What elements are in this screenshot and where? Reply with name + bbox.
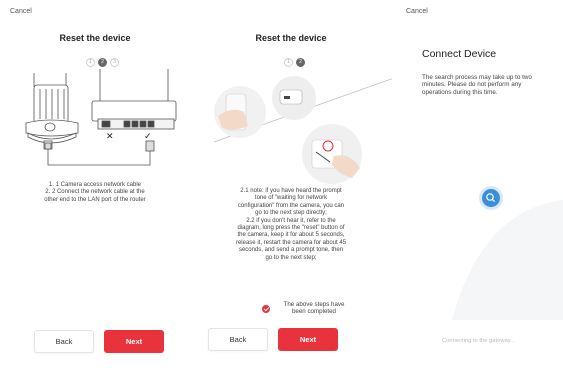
router-icon (91, 69, 177, 152)
steps-completed-checkbox[interactable] (262, 305, 270, 313)
instruction-line: 2. 2 Connect the network cable at the (45, 189, 145, 196)
svg-text:✓: ✓ (144, 132, 152, 142)
step-dot: 1 (284, 58, 293, 67)
instruction-line: configuration" from the camera, you can (237, 202, 345, 209)
cancel-button[interactable]: Cancel (10, 8, 32, 15)
description-line: minutes. Please do not perform any (422, 81, 522, 89)
reset-device-step2-panel: Reset the device 1 2 2.1 note: if you ha… (190, 0, 392, 368)
check-icon: ✕ ✓ (106, 132, 152, 142)
reset-instructions: 2.1 note: if you have heard the prompt t… (200, 188, 382, 262)
next-button[interactable]: Next (104, 330, 164, 353)
instruction-line: other end to the LAN port of the router (44, 196, 146, 203)
back-button[interactable]: Back (208, 328, 268, 351)
reset-button-diagram (214, 76, 392, 184)
connection-status: Connecting to the gateway... (442, 338, 516, 344)
next-button[interactable]: Next (278, 328, 338, 351)
camera-router-diagram: ✕ ✓ (25, 69, 177, 166)
connect-device-panel: Cancel Connect Device The search process… (392, 0, 563, 368)
svg-text:✕: ✕ (106, 132, 114, 142)
page-title: Reset the device (59, 33, 131, 43)
instruction-line: tone of "waiting for network (254, 195, 328, 202)
confirm-label: The above steps have been completed (274, 301, 354, 316)
cancel-button[interactable]: Cancel (406, 8, 428, 15)
connect-description: The search process may take up to two mi… (422, 74, 562, 96)
search-animation (452, 186, 563, 320)
instruction-line: the camera, keep it for about 5 seconds, (237, 232, 345, 239)
instruction-line: 1. 1 Camera access network cable (48, 182, 142, 188)
description-line: The search process may take up to two (422, 74, 532, 81)
instruction-line: go to the next step; (265, 254, 317, 261)
page-title: Reset the device (255, 33, 327, 43)
back-button[interactable]: Back (34, 330, 94, 353)
instruction-line: go to the next step directly; (255, 210, 327, 217)
instructions: 1. 1 Camera access network cable 2. 2 Co… (8, 182, 182, 204)
instruction-line: 2.1 note: if you have heard the prompt (240, 188, 342, 194)
description-line: operations during this time. (422, 88, 498, 96)
step-indicator: 1 2 (284, 58, 305, 67)
instruction-line: release it, restart the camera for about… (235, 239, 347, 246)
confirm-line: been completed (291, 308, 337, 316)
page-title: Connect Device (422, 48, 497, 60)
instruction-line: diagram, long press the "reset" button o… (237, 225, 345, 232)
reset-device-step1-panel: Cancel Reset the device 1 2 3 ✕ ✓ 1. 1 C… (0, 0, 190, 368)
instruction-line: 2.2 if you don't hear it, refer to the (246, 217, 336, 224)
instruction-line: seconds, and send a prompt tone, then (238, 247, 344, 254)
confirm-line: The above steps have (283, 301, 345, 308)
step-dot-active: 2 (296, 58, 305, 67)
